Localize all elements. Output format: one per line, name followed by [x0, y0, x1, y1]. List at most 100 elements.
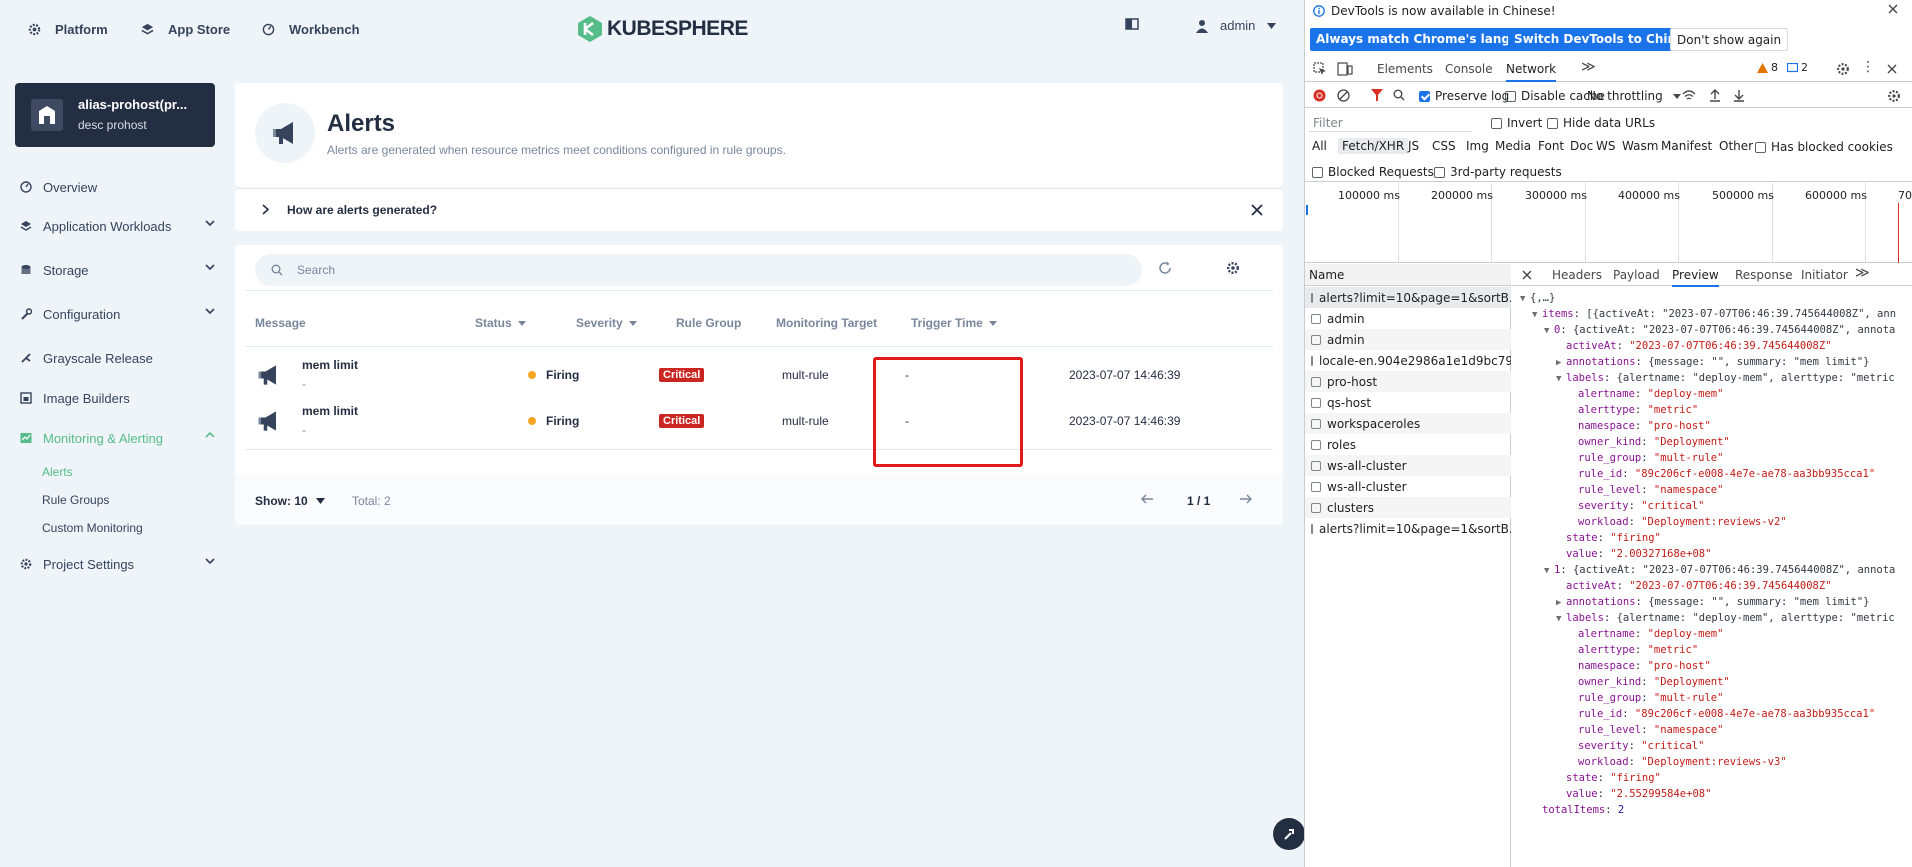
type-manifest[interactable]: Manifest — [1661, 139, 1712, 153]
request-row[interactable]: admin — [1305, 329, 1511, 350]
type-ws[interactable]: WS — [1596, 139, 1615, 153]
more-tabs-icon[interactable]: ≫ — [1581, 59, 1596, 75]
request-row[interactable]: alerts?limit=10&page=1&sortB... — [1305, 518, 1511, 539]
status-dot — [528, 371, 536, 379]
has-blocked-cookies-checkbox[interactable]: Has blocked cookies — [1755, 140, 1893, 154]
tab-network[interactable]: Network — [1506, 62, 1557, 82]
type-js[interactable]: JS — [1408, 139, 1419, 153]
sidebar-item-monitoring-alerting[interactable]: Monitoring & Alerting — [15, 427, 215, 449]
kubesphere-logo[interactable]: KUBESPHERE — [577, 15, 748, 43]
type-other[interactable]: Other — [1719, 139, 1753, 153]
request-row[interactable]: qs-host — [1305, 392, 1511, 413]
request-row[interactable]: roles — [1305, 434, 1511, 455]
alert-message[interactable]: mem limit — [302, 404, 358, 418]
record-icon[interactable] — [1313, 89, 1326, 102]
request-row[interactable]: admin — [1305, 308, 1511, 329]
upload-icon[interactable] — [1709, 89, 1721, 102]
tab-payload[interactable]: Payload — [1613, 268, 1660, 282]
filter-input[interactable]: Filter — [1309, 113, 1472, 132]
close-devtools-icon[interactable] — [1887, 64, 1897, 74]
network-timeline[interactable]: 100000 ms 200000 ms 300000 ms 400000 ms … — [1305, 183, 1912, 263]
more-tabs-icon[interactable]: ≫ — [1855, 265, 1870, 281]
request-details: Headers Payload Preview Response Initiat… — [1512, 264, 1912, 867]
table-row[interactable]: mem limit - Firing Critical mult-rule - … — [245, 393, 1273, 450]
request-row[interactable]: ws-all-cluster — [1305, 476, 1511, 497]
message-badge[interactable]: 2 — [1787, 61, 1808, 74]
hide-data-urls-checkbox[interactable]: Hide data URLs — [1547, 116, 1655, 130]
search-icon[interactable] — [1393, 89, 1405, 101]
tab-headers[interactable]: Headers — [1552, 268, 1602, 282]
refresh-icon[interactable] — [1158, 261, 1172, 275]
sidebar-item-application-workloads[interactable]: Application Workloads — [15, 215, 215, 237]
type-css[interactable]: CSS — [1432, 139, 1456, 153]
alert-message[interactable]: mem limit — [302, 358, 358, 372]
close-icon[interactable] — [1522, 270, 1532, 280]
sidebar-item-overview[interactable]: Overview — [15, 176, 215, 198]
sidebar-item-storage[interactable]: Storage — [15, 259, 215, 281]
blocked-requests-checkbox[interactable]: Blocked Requests — [1312, 165, 1434, 179]
request-row[interactable]: ws-all-cluster — [1305, 455, 1511, 476]
sidebar-item-project-settings[interactable]: Project Settings — [15, 553, 215, 575]
settings-icon[interactable] — [1836, 62, 1850, 76]
alert-sub: - — [302, 423, 306, 437]
nav-workbench[interactable]: Workbench — [262, 18, 360, 40]
sidebar-item-configuration[interactable]: Configuration — [15, 303, 215, 325]
details-tabs: Headers Payload Preview Response Initiat… — [1512, 264, 1912, 287]
tab-elements[interactable]: Elements — [1377, 62, 1433, 76]
warning-badge[interactable]: 8 — [1757, 61, 1778, 74]
request-row[interactable]: pro-host — [1305, 371, 1511, 392]
close-icon[interactable] — [1251, 204, 1263, 216]
sidebar-subitem-rule-groups[interactable]: Rule Groups — [42, 493, 109, 507]
invert-checkbox[interactable]: Invert — [1491, 116, 1542, 130]
tab-initiator[interactable]: Initiator — [1801, 268, 1848, 282]
request-row[interactable]: locale-en.904e2986a1e1d9bc79... — [1305, 350, 1511, 371]
user-menu[interactable]: admin — [1196, 18, 1277, 33]
project-card[interactable]: alias-prohost(pr... desc prohost — [15, 83, 215, 147]
tab-response[interactable]: Response — [1735, 268, 1793, 282]
type-img[interactable]: Img — [1466, 139, 1489, 153]
table-row[interactable] — [245, 290, 1273, 347]
sidebar-item-grayscale-release[interactable]: Grayscale Release — [15, 347, 215, 369]
request-row[interactable]: alerts?limit=10&page=1&sortB... — [1305, 287, 1511, 308]
monitor-icon — [19, 431, 33, 445]
nav-platform[interactable]: Platform — [28, 18, 108, 40]
sidebar-item-image-builders[interactable]: Image Builders — [15, 387, 215, 409]
sidebar-subitem-alerts[interactable]: Alerts — [42, 465, 73, 479]
type-all[interactable]: All — [1312, 139, 1327, 153]
device-toolbar-icon[interactable] — [1337, 62, 1353, 76]
arrow-right-icon[interactable] — [1239, 493, 1253, 505]
network-settings-icon[interactable] — [1887, 89, 1901, 103]
search-input[interactable]: Search — [255, 254, 1142, 286]
type-wasm[interactable]: Wasm — [1622, 139, 1658, 153]
trigger-time-value: 2023-07-07 14:46:39 — [1069, 368, 1181, 382]
nav-app-store[interactable]: App Store — [141, 18, 230, 40]
toolbox-button[interactable] — [1273, 818, 1305, 850]
inspect-icon[interactable] — [1313, 62, 1327, 76]
name-column-header[interactable]: Name — [1305, 264, 1511, 286]
tab-preview[interactable]: Preview — [1672, 268, 1719, 287]
third-party-checkbox[interactable]: 3rd-party requests — [1434, 165, 1562, 179]
timeline-request-bar — [1306, 205, 1308, 215]
throttling-select[interactable]: No throttling — [1587, 89, 1681, 103]
close-icon[interactable] — [1888, 4, 1898, 14]
type-media[interactable]: Media — [1495, 139, 1531, 153]
dont-show-again-button[interactable]: Don't show again — [1670, 28, 1789, 51]
preserve-log-checkbox[interactable]: Preserve log — [1419, 89, 1509, 103]
tab-console[interactable]: Console — [1445, 62, 1493, 76]
page-size-select[interactable]: Show: 10 — [255, 494, 325, 508]
more-options-icon[interactable]: ⋮ — [1861, 59, 1875, 75]
docs-button[interactable] — [1125, 18, 1139, 30]
request-row[interactable]: clusters — [1305, 497, 1511, 518]
type-fetch-xhr[interactable]: Fetch/XHR — [1338, 138, 1409, 154]
clear-icon[interactable] — [1337, 89, 1350, 102]
wifi-icon[interactable] — [1682, 90, 1696, 101]
arrow-left-icon[interactable] — [1140, 493, 1154, 505]
filter-icon[interactable] — [1371, 89, 1383, 102]
request-row[interactable]: workspaceroles — [1305, 413, 1511, 434]
settings-gear-icon[interactable] — [1226, 261, 1240, 275]
sidebar-subitem-custom-monitoring[interactable]: Custom Monitoring — [42, 521, 143, 535]
type-font[interactable]: Font — [1538, 139, 1564, 153]
how-alerts-generated-panel[interactable]: How are alerts generated? — [235, 188, 1283, 231]
type-doc[interactable]: Doc — [1570, 139, 1593, 153]
download-icon[interactable] — [1733, 89, 1745, 102]
